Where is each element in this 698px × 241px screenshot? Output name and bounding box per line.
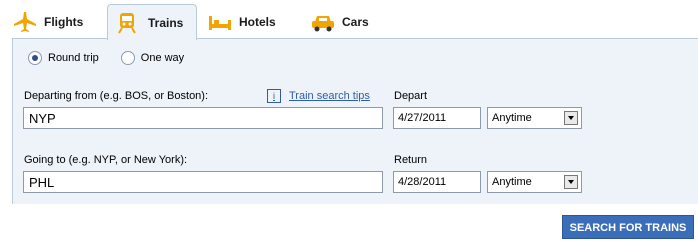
- return-time-value: Anytime: [492, 176, 532, 188]
- trip-type-group: Round trip One way: [28, 51, 206, 65]
- chevron-down-icon[interactable]: [564, 111, 578, 125]
- train-search-tips-link[interactable]: i Train search tips: [267, 89, 370, 103]
- one-way-label[interactable]: One way: [141, 52, 184, 64]
- chevron-down-icon[interactable]: [564, 175, 578, 189]
- car-icon: [310, 10, 336, 34]
- return-label: Return: [394, 154, 428, 166]
- one-way-radio[interactable]: [120, 51, 135, 65]
- product-tabs: Flights Trains Hotels Cars: [0, 0, 698, 40]
- tab-hotels[interactable]: Hotels: [207, 5, 287, 38]
- depart-time-value: Anytime: [492, 112, 532, 124]
- train-search-panel: Round trip One way Departing from (e.g. …: [12, 38, 698, 204]
- train-icon: [116, 11, 142, 35]
- round-trip-label[interactable]: Round trip: [48, 52, 99, 64]
- tab-cars[interactable]: Cars: [310, 5, 380, 38]
- round-trip-radio[interactable]: [28, 51, 42, 65]
- tab-label: Flights: [44, 14, 84, 29]
- search-for-trains-button[interactable]: SEARCH FOR TRAINS: [562, 215, 694, 239]
- tab-trains[interactable]: Trains: [107, 4, 197, 40]
- depart-label: Depart: [394, 90, 428, 102]
- tips-label[interactable]: Train search tips: [289, 90, 370, 102]
- tab-label: Hotels: [239, 14, 276, 29]
- going-to-input[interactable]: PHL: [23, 171, 383, 193]
- departing-label: Departing from (e.g. BOS, or Boston):: [24, 90, 209, 102]
- bed-icon: [207, 10, 233, 34]
- departing-from-input[interactable]: NYP: [23, 107, 383, 129]
- airplane-icon: [12, 10, 38, 34]
- tab-flights[interactable]: Flights: [12, 5, 92, 38]
- info-icon: i: [267, 89, 281, 103]
- going-label: Going to (e.g. NYP, or New York):: [24, 154, 188, 166]
- return-time-select[interactable]: Anytime: [487, 171, 582, 193]
- depart-time-select[interactable]: Anytime: [487, 107, 582, 129]
- return-date-input[interactable]: 4/28/2011: [393, 171, 481, 193]
- tab-label: Trains: [148, 15, 184, 30]
- tab-label: Cars: [342, 14, 369, 29]
- depart-date-input[interactable]: 4/27/2011: [393, 107, 481, 129]
